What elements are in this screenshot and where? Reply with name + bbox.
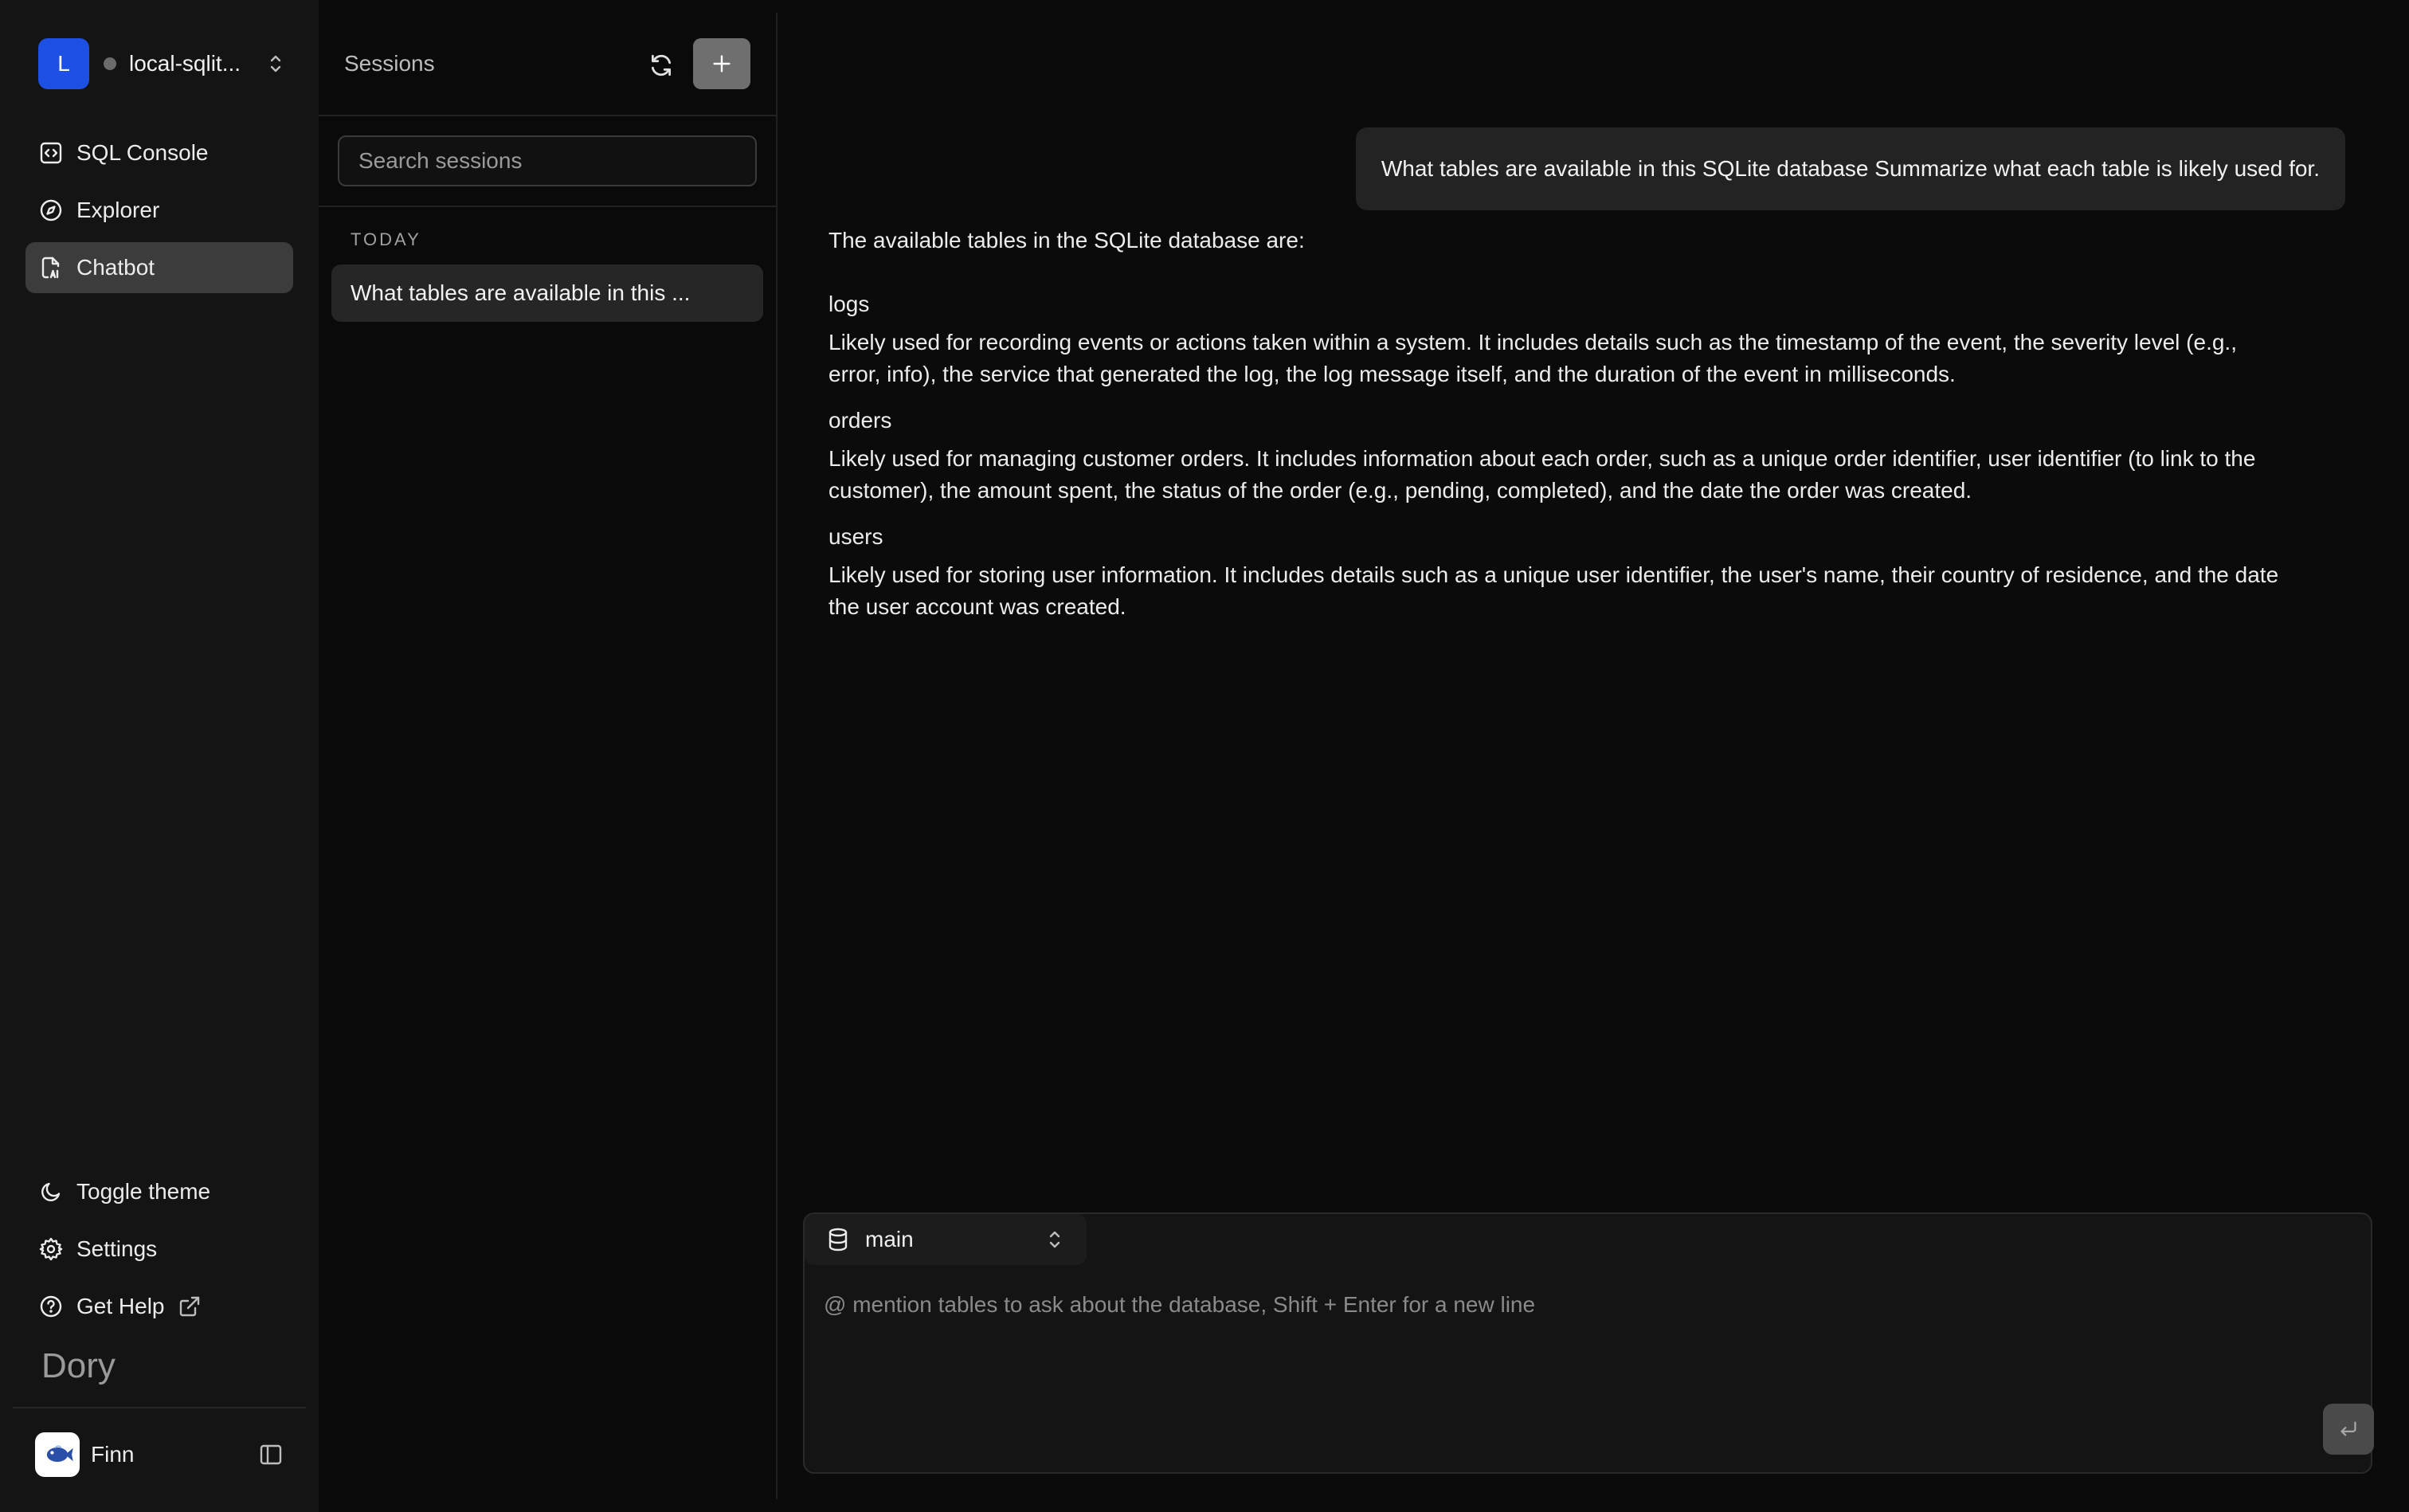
refresh-icon <box>651 54 672 76</box>
external-link-icon <box>178 1295 202 1318</box>
settings-label: Settings <box>76 1236 158 1261</box>
chevron-up-down-icon <box>270 55 281 72</box>
gear-icon <box>38 1236 64 1262</box>
plus-icon <box>713 55 731 72</box>
workspace-name: local-sqlit... <box>129 51 241 76</box>
nav-divider <box>13 1407 306 1408</box>
user-menu[interactable]: Finn <box>35 1432 290 1477</box>
response-intro: The available tables in the SQLite datab… <box>828 228 1305 253</box>
get-help-link[interactable]: Get Help <box>25 1281 293 1332</box>
fish-avatar-icon <box>46 1445 73 1463</box>
table-description-users: Likely used for storing user information… <box>828 562 2279 619</box>
session-list-item[interactable]: What tables are available in this ... <box>331 264 763 322</box>
chat-panel: What tables are available in this SQLite… <box>778 13 2396 1499</box>
chat-composer: main <box>803 1212 2374 1474</box>
table-description-logs: Likely used for recording events or acti… <box>828 330 2237 386</box>
toggle-theme-label: Toggle theme <box>76 1179 211 1204</box>
workspace-switcher[interactable]: L local-sqlit... <box>25 24 293 104</box>
search-sessions-input[interactable] <box>338 135 757 186</box>
sessions-panel: Sessions TODAY What tables are available… <box>319 13 778 1499</box>
chevron-up-down-icon <box>1045 1227 1064 1252</box>
new-session-button[interactable] <box>693 38 750 89</box>
toggle-theme-button[interactable]: Toggle theme <box>25 1166 293 1217</box>
user-name: Finn <box>91 1442 135 1467</box>
table-description-orders: Likely used for managing customer orders… <box>828 446 2256 503</box>
refresh-sessions-button[interactable] <box>645 49 677 81</box>
table-name-orders: orders <box>828 408 892 433</box>
user-message-bubble: What tables are available in this SQLite… <box>1355 127 2345 210</box>
moon-icon <box>38 1179 64 1205</box>
table-name-users: users <box>828 524 883 549</box>
sidebar-collapse-icon[interactable] <box>258 1442 284 1467</box>
schema-select-value: main <box>865 1227 914 1252</box>
enter-icon <box>2340 1421 2356 1436</box>
sidebar-nav: L local-sqlit... SQL Console Explorer Ch… <box>0 0 319 1512</box>
schema-select[interactable]: main <box>805 1214 1087 1265</box>
user-avatar <box>35 1432 80 1477</box>
help-circle-icon <box>38 1294 64 1319</box>
session-group-label: TODAY <box>351 229 421 249</box>
ai-file-icon <box>38 255 64 280</box>
assistant-response: The available tables in the SQLite datab… <box>828 225 2286 634</box>
table-name-logs: logs <box>828 292 870 316</box>
settings-button[interactable]: Settings <box>25 1224 293 1275</box>
sessions-header: Sessions <box>319 13 778 116</box>
workspace-avatar: L <box>38 38 89 89</box>
sidebar-item-sql-console[interactable]: SQL Console <box>25 127 293 178</box>
database-icon <box>825 1227 851 1252</box>
sidebar-item-chatbot[interactable]: Chatbot <box>25 242 293 293</box>
app-window: L local-sqlit... SQL Console Explorer Ch… <box>0 0 2409 1512</box>
compass-icon <box>38 198 64 223</box>
send-button[interactable] <box>2323 1404 2374 1455</box>
code-square-icon <box>38 140 64 166</box>
get-help-label: Get Help <box>76 1294 165 1318</box>
sessions-title: Sessions <box>344 51 435 76</box>
connection-status-dot <box>104 57 116 70</box>
sidebar-item-label: Explorer <box>76 198 160 222</box>
sidebar-item-label: Chatbot <box>76 255 155 280</box>
sessions-divider <box>319 206 778 207</box>
brand-logo-text: Dory <box>41 1346 116 1385</box>
sidebar-item-explorer[interactable]: Explorer <box>25 185 293 236</box>
sidebar-item-label: SQL Console <box>76 140 209 165</box>
chat-prompt-input[interactable] <box>824 1292 2337 1420</box>
